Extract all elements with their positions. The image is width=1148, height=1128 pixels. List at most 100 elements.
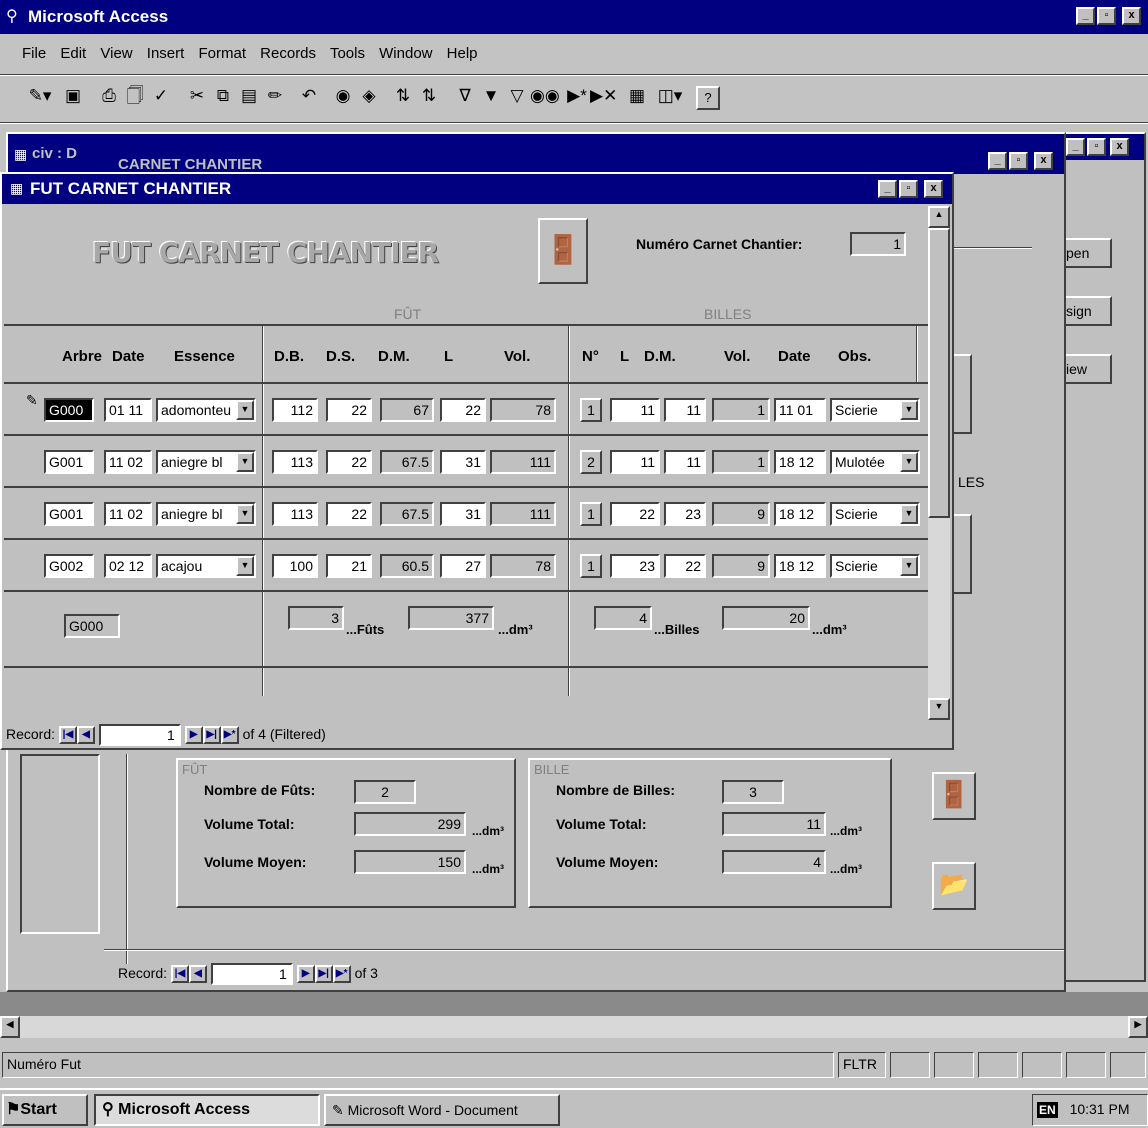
dm-field[interactable]: 67.5 <box>380 450 434 474</box>
dropdown-arrow-icon[interactable]: ▼ <box>236 400 254 420</box>
dropdown-arrow-icon[interactable]: ▼ <box>236 504 254 524</box>
bdm-field[interactable]: 11 <box>664 398 706 422</box>
horizontal-scrollbar[interactable]: ◀ ▶ <box>0 1016 1148 1038</box>
scroll-right-button[interactable]: ▶ <box>1128 1016 1148 1038</box>
menu-insert[interactable]: Insert <box>147 45 185 62</box>
dropdown-arrow-icon[interactable]: ▼ <box>236 556 254 576</box>
footer-arbre-field[interactable]: G000 <box>64 614 120 638</box>
obs-combo[interactable]: Mulotée ▼ <box>830 450 920 474</box>
help-icon[interactable]: ? <box>696 86 720 110</box>
futs-vol-field[interactable]: 377 <box>408 606 494 630</box>
db-field[interactable]: 112 <box>272 398 318 422</box>
first-record-button[interactable]: |◀ <box>58 726 77 745</box>
open-folder-button[interactable]: 📂 <box>932 862 976 910</box>
db-field[interactable]: 113 <box>272 502 318 526</box>
fut-vol-moyen-field[interactable]: 150 <box>354 850 466 874</box>
carnet-restore-button[interactable]: ▫ <box>1009 152 1028 170</box>
bdate-field[interactable]: 18 12 <box>774 502 826 526</box>
essence-combo[interactable]: aniegre bl ▼ <box>156 502 256 526</box>
bvol-field[interactable]: 9 <box>712 554 770 578</box>
bvol-field[interactable]: 9 <box>712 502 770 526</box>
view-icon[interactable]: ✎▾ <box>20 82 60 112</box>
scroll-thumb[interactable] <box>928 228 950 518</box>
bl-field[interactable]: 23 <box>610 554 660 578</box>
vol-field[interactable]: 111 <box>490 450 556 474</box>
carnet-close-button[interactable]: x <box>1034 152 1053 170</box>
web-icon[interactable]: ◉ <box>330 82 356 112</box>
ds-field[interactable]: 22 <box>326 502 372 526</box>
exit-door-button[interactable]: 🚪 <box>932 772 976 820</box>
bille-vol-moyen-field[interactable]: 4 <box>722 850 826 874</box>
arbre-field[interactable]: G000 <box>44 398 94 422</box>
next-record-button[interactable]: ▶ <box>184 726 203 745</box>
paste-icon[interactable]: ▤ <box>236 82 262 112</box>
nb-billes-field[interactable]: 3 <box>722 780 784 804</box>
new-button[interactable]: iew <box>1062 354 1112 384</box>
vertical-scrollbar[interactable]: ▲ ▼ <box>928 206 950 720</box>
print-preview-icon[interactable]: 🗍 <box>122 82 148 112</box>
cut-icon[interactable]: ✂ <box>184 82 210 112</box>
menu-format[interactable]: Format <box>198 45 246 62</box>
bdate-field[interactable]: 18 12 <box>774 450 826 474</box>
table-row[interactable]: G001 11 02 aniegre bl ▼ 113 22 67.5 31 11… <box>4 434 928 486</box>
bdate-field[interactable]: 18 12 <box>774 554 826 578</box>
next-record-button[interactable]: ▶ <box>296 965 315 984</box>
task-access[interactable]: ⚲ Microsoft Access <box>94 1094 320 1126</box>
scroll-up-button[interactable]: ▲ <box>928 206 950 228</box>
essence-combo[interactable]: acajou ▼ <box>156 554 256 578</box>
bvol-field[interactable]: 1 <box>712 450 770 474</box>
first-record-button[interactable]: |◀ <box>170 965 189 984</box>
print-icon[interactable]: ⎙ <box>96 82 122 112</box>
sort-ascending-icon[interactable]: ⇅ <box>390 82 416 112</box>
db-minimize-button[interactable]: _ <box>1066 138 1085 156</box>
bl-field[interactable]: 11 <box>610 398 660 422</box>
l-field[interactable]: 31 <box>440 502 486 526</box>
fut-vol-total-field[interactable]: 299 <box>354 812 466 836</box>
dropdown-arrow-icon[interactable]: ▼ <box>236 452 254 472</box>
start-button[interactable]: ⚑Start <box>2 1094 88 1126</box>
bdm-field[interactable]: 22 <box>664 554 706 578</box>
spelling-icon[interactable]: ✓ <box>148 82 174 112</box>
language-indicator[interactable]: EN <box>1037 1102 1058 1118</box>
bl-field[interactable]: 11 <box>610 450 660 474</box>
save-icon[interactable]: ▣ <box>60 82 86 112</box>
table-row[interactable]: G001 11 02 aniegre bl ▼ 113 22 67.5 31 11… <box>4 486 928 538</box>
carnet-minimize-button[interactable]: _ <box>988 152 1007 170</box>
date-field[interactable]: 11 02 <box>104 502 152 526</box>
new-record-nav-button[interactable]: ▶* <box>332 965 351 984</box>
scroll-down-button[interactable]: ▼ <box>928 698 950 720</box>
dropdown-arrow-icon[interactable]: ▼ <box>900 400 918 420</box>
fut-restore-button[interactable]: ▫ <box>899 180 918 198</box>
db-close-button[interactable]: x <box>1110 138 1129 156</box>
prev-record-button[interactable]: ◀ <box>188 965 207 984</box>
fut-minimize-button[interactable]: _ <box>878 180 897 198</box>
bille-vol-total-field[interactable]: 11 <box>722 812 826 836</box>
obs-combo[interactable]: Scierie ▼ <box>830 554 920 578</box>
side-panel-button-2[interactable] <box>952 514 972 594</box>
dm-field[interactable]: 67 <box>380 398 434 422</box>
billes-count-field[interactable]: 4 <box>594 606 652 630</box>
arbre-field[interactable]: G001 <box>44 450 94 474</box>
numero-carnet-field[interactable]: 1 <box>850 232 906 256</box>
vol-field[interactable]: 111 <box>490 502 556 526</box>
n-button[interactable]: 2 <box>580 450 602 474</box>
hyperlink-icon[interactable]: ◈ <box>356 82 382 112</box>
menu-help[interactable]: Help <box>447 45 478 62</box>
bdm-field[interactable]: 23 <box>664 502 706 526</box>
dm-field[interactable]: 67.5 <box>380 502 434 526</box>
last-record-button[interactable]: ▶| <box>202 726 221 745</box>
db-field[interactable]: 113 <box>272 450 318 474</box>
design-button[interactable]: sign <box>1062 296 1112 326</box>
filter-by-selection-icon[interactable]: ∇ <box>452 82 478 112</box>
arbre-field[interactable]: G002 <box>44 554 94 578</box>
prev-record-button[interactable]: ◀ <box>76 726 95 745</box>
dm-field[interactable]: 60.5 <box>380 554 434 578</box>
scroll-left-button[interactable]: ◀ <box>0 1016 20 1038</box>
ds-field[interactable]: 21 <box>326 554 372 578</box>
apply-filter-icon[interactable]: ▽ <box>504 82 530 112</box>
minimize-button[interactable]: _ <box>1076 7 1095 25</box>
record-number-field[interactable]: 1 <box>98 724 181 747</box>
menu-file[interactable]: File <box>22 45 46 62</box>
dropdown-arrow-icon[interactable]: ▼ <box>900 452 918 472</box>
essence-combo[interactable]: adomonteu ▼ <box>156 398 256 422</box>
